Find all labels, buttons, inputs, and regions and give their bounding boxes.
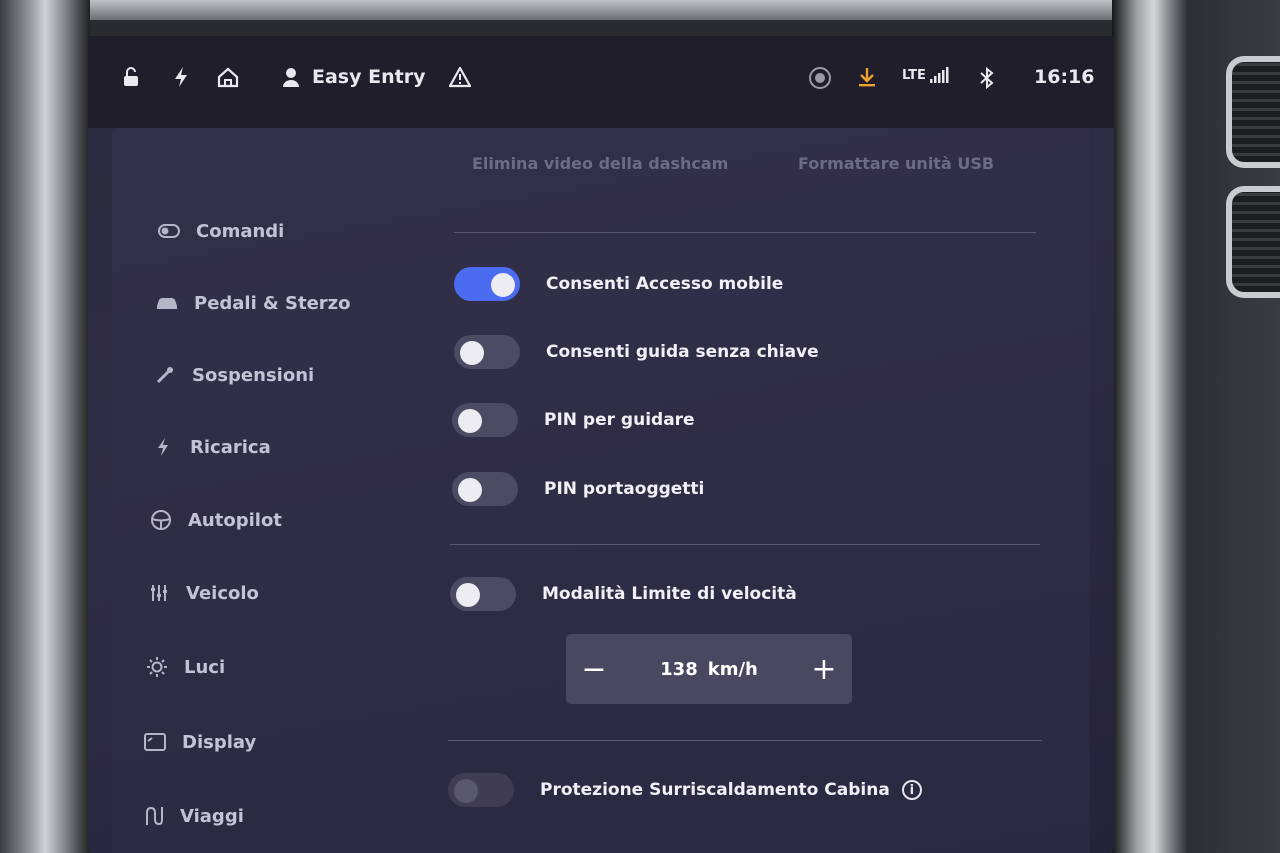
divider bbox=[454, 232, 1036, 233]
pin-to-drive-row: PIN per guidare bbox=[452, 403, 695, 437]
sidebar-item-autopilot[interactable]: Autopilot bbox=[148, 509, 282, 531]
car-icon bbox=[154, 292, 180, 314]
speed-limit-mode-row: Modalità Limite di velocità bbox=[450, 577, 797, 611]
mobile-access-toggle[interactable] bbox=[454, 267, 520, 301]
record-icon[interactable] bbox=[808, 66, 832, 90]
bluetooth-icon[interactable] bbox=[978, 66, 996, 90]
right-bezel bbox=[1112, 0, 1280, 853]
sidebar-item-ricarica[interactable]: Ricarica bbox=[150, 436, 271, 458]
cabin-overheat-row: Protezione Surriscaldamento Cabina i bbox=[448, 773, 922, 807]
toggle-knob bbox=[458, 478, 482, 502]
download-icon[interactable] bbox=[856, 66, 878, 88]
glovebox-pin-row: PIN portaoggetti bbox=[452, 472, 704, 506]
mobile-access-row: Consenti Accesso mobile bbox=[454, 267, 783, 301]
speed-limit-mode-toggle[interactable] bbox=[450, 577, 516, 611]
glovebox-pin-toggle[interactable] bbox=[452, 472, 518, 506]
sidebar-item-label: Veicolo bbox=[186, 582, 259, 604]
toggle-icon bbox=[156, 220, 182, 242]
mobile-access-label: Consenti Accesso mobile bbox=[546, 274, 784, 294]
steering-wheel-icon bbox=[148, 509, 174, 531]
bolt-icon[interactable] bbox=[172, 66, 190, 88]
divider bbox=[450, 544, 1040, 545]
sidebar-item-pedali-sterzo[interactable]: Pedali & Sterzo bbox=[154, 292, 351, 314]
sidebar-item-label: Ricarica bbox=[190, 436, 271, 458]
lock-open-icon[interactable] bbox=[120, 66, 142, 88]
wrench-icon bbox=[152, 364, 178, 386]
left-bezel bbox=[0, 0, 90, 853]
profile-name: Easy Entry bbox=[312, 66, 426, 88]
status-bar: Easy Entry LTE 16:16 bbox=[88, 36, 1114, 128]
sidebar-item-label: Luci bbox=[184, 656, 226, 678]
signal-icon: LTE bbox=[902, 66, 949, 84]
profile-button[interactable]: Easy Entry bbox=[282, 66, 425, 88]
decrease-speed-button[interactable]: − bbox=[566, 634, 622, 704]
warning-icon[interactable] bbox=[448, 66, 472, 88]
toggle-knob bbox=[456, 583, 480, 607]
network-type: LTE bbox=[902, 67, 926, 83]
sidebar-item-comandi[interactable]: Comandi bbox=[156, 220, 284, 242]
pin-to-drive-label: PIN per guidare bbox=[544, 410, 695, 430]
glovebox-pin-label: PIN portaoggetti bbox=[544, 479, 705, 499]
sidebar-item-label: Pedali & Sterzo bbox=[194, 292, 351, 314]
dashboard-trim bbox=[0, 0, 1280, 20]
sidebar-item-veicolo[interactable]: Veicolo bbox=[146, 582, 259, 604]
sun-icon bbox=[144, 656, 170, 678]
sidebar-item-luci[interactable]: Luci bbox=[144, 656, 225, 678]
speed-value: 138 bbox=[660, 658, 698, 680]
sidebar-item-label: Display bbox=[182, 731, 257, 753]
toggle-knob bbox=[458, 409, 482, 433]
speed-limit-stepper: − 138 km/h + bbox=[566, 634, 852, 704]
speed-limit-mode-label: Modalità Limite di velocità bbox=[542, 584, 797, 604]
bolt-icon bbox=[150, 436, 176, 458]
speed-limit-value: 138 km/h bbox=[660, 659, 758, 680]
user-icon bbox=[282, 67, 300, 87]
sidebar-item-label: Sospensioni bbox=[192, 364, 315, 386]
keyless-driving-label: Consenti guida senza chiave bbox=[546, 342, 819, 362]
sidebar-item-label: Viaggi bbox=[180, 805, 244, 827]
sidebar-item-label: Comandi bbox=[196, 220, 285, 242]
speed-unit: km/h bbox=[707, 658, 758, 680]
sidebar-item-label: Autopilot bbox=[188, 509, 282, 531]
clock: 16:16 bbox=[1034, 66, 1095, 88]
air-vent bbox=[1226, 186, 1280, 298]
sidebar-item-sospensioni[interactable]: Sospensioni bbox=[152, 364, 314, 386]
pin-to-drive-toggle[interactable] bbox=[452, 403, 518, 437]
toggle-knob bbox=[460, 341, 484, 365]
info-icon[interactable]: i bbox=[901, 780, 922, 800]
sidebar-item-display[interactable]: Display bbox=[142, 731, 256, 753]
sidebar-item-viaggi[interactable]: Viaggi bbox=[140, 805, 244, 827]
increase-speed-button[interactable]: + bbox=[796, 634, 852, 704]
display-icon bbox=[142, 731, 168, 753]
home-icon[interactable] bbox=[216, 66, 240, 88]
route-icon bbox=[140, 805, 166, 827]
touchscreen: Easy Entry LTE 16:16 Elimina video della… bbox=[88, 36, 1114, 853]
keyless-driving-toggle[interactable] bbox=[454, 335, 520, 369]
toggle-knob bbox=[454, 779, 478, 803]
air-vent bbox=[1226, 56, 1280, 168]
cabin-overheat-label: Protezione Surriscaldamento Cabina bbox=[540, 780, 890, 800]
delete-dashcam-button[interactable]: Elimina video della dashcam bbox=[472, 154, 728, 173]
divider bbox=[448, 740, 1042, 741]
format-usb-button[interactable]: Formattare unità USB bbox=[798, 154, 994, 173]
settings-panel: Elimina video della dashcam Formattare u… bbox=[112, 128, 1090, 853]
keyless-driving-row: Consenti guida senza chiave bbox=[454, 335, 819, 369]
toggle-knob bbox=[491, 273, 515, 297]
sliders-icon bbox=[146, 582, 172, 604]
cabin-overheat-toggle[interactable] bbox=[448, 773, 514, 807]
